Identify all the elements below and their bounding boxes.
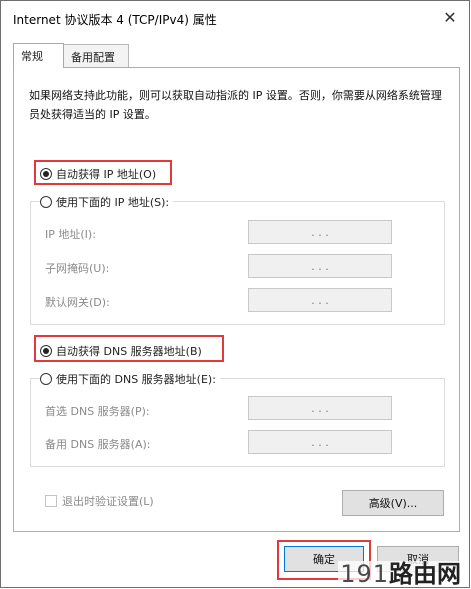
manual-dns-label: 使用下面的 DNS 服务器地址(E): <box>56 373 216 386</box>
general-panel: 如果网络支持此功能，则可以获取自动指派的 IP 设置。否则，你需要从网络系统管理… <box>13 67 460 532</box>
radio-selected-icon[interactable] <box>40 345 52 357</box>
manual-ip-label: 使用下面的 IP 地址(S): <box>56 196 170 209</box>
auto-dns-label: 自动获得 DNS 服务器地址(B) <box>56 345 202 358</box>
watermark-number: 191 <box>340 560 389 588</box>
ip-address-input[interactable]: . . . <box>248 220 392 244</box>
auto-dns-radio[interactable]: 自动获得 DNS 服务器地址(B) <box>40 343 206 359</box>
alternate-dns-input[interactable]: . . . <box>248 430 392 454</box>
tab-general[interactable]: 常规 <box>13 43 64 68</box>
radio-unselected-icon[interactable] <box>40 373 52 385</box>
auto-ip-label: 自动获得 IP 地址(O) <box>56 168 157 181</box>
subnet-mask-input[interactable]: . . . <box>248 254 392 278</box>
manual-ip-radio[interactable]: 使用下面的 IP 地址(S): <box>40 194 174 210</box>
site-watermark: 191 路由网 <box>338 561 463 587</box>
preferred-dns-label: 首选 DNS 服务器(P): <box>45 405 150 418</box>
validate-settings-label: 退出时验证设置(L) <box>62 495 154 508</box>
manual-dns-radio[interactable]: 使用下面的 DNS 服务器地址(E): <box>40 371 220 387</box>
watermark-text: 路由网 <box>389 560 461 588</box>
radio-selected-icon[interactable] <box>40 168 52 180</box>
description-text: 如果网络支持此功能，则可以获取自动指派的 IP 设置。否则，你需要从网络系统管理… <box>29 89 442 121</box>
preferred-dns-input[interactable]: . . . <box>248 396 392 420</box>
auto-ip-radio[interactable]: 自动获得 IP 地址(O) <box>40 166 161 182</box>
close-icon[interactable]: ✕ <box>435 3 465 31</box>
validate-settings-checkbox[interactable]: 退出时验证设置(L) <box>45 493 154 509</box>
dialog-window: Internet 协议版本 4 (TCP/IPv4) 属性 ✕ 常规 备用配置 … <box>0 0 470 588</box>
default-gateway-input[interactable]: . . . <box>248 288 392 312</box>
title-bar[interactable]: Internet 协议版本 4 (TCP/IPv4) 属性 ✕ <box>1 1 469 33</box>
tab-alternate-config[interactable]: 备用配置 <box>63 44 129 67</box>
checkbox-box[interactable] <box>45 495 57 507</box>
default-gateway-label: 默认网关(D): <box>45 296 110 309</box>
subnet-mask-label: 子网掩码(U): <box>45 262 110 275</box>
radio-unselected-icon[interactable] <box>40 196 52 208</box>
ip-address-label: IP 地址(I): <box>45 228 96 241</box>
alternate-dns-label: 备用 DNS 服务器(A): <box>45 438 151 451</box>
window-title: Internet 协议版本 4 (TCP/IPv4) 属性 <box>13 13 217 27</box>
advanced-button[interactable]: 高级(V)... <box>342 490 444 516</box>
